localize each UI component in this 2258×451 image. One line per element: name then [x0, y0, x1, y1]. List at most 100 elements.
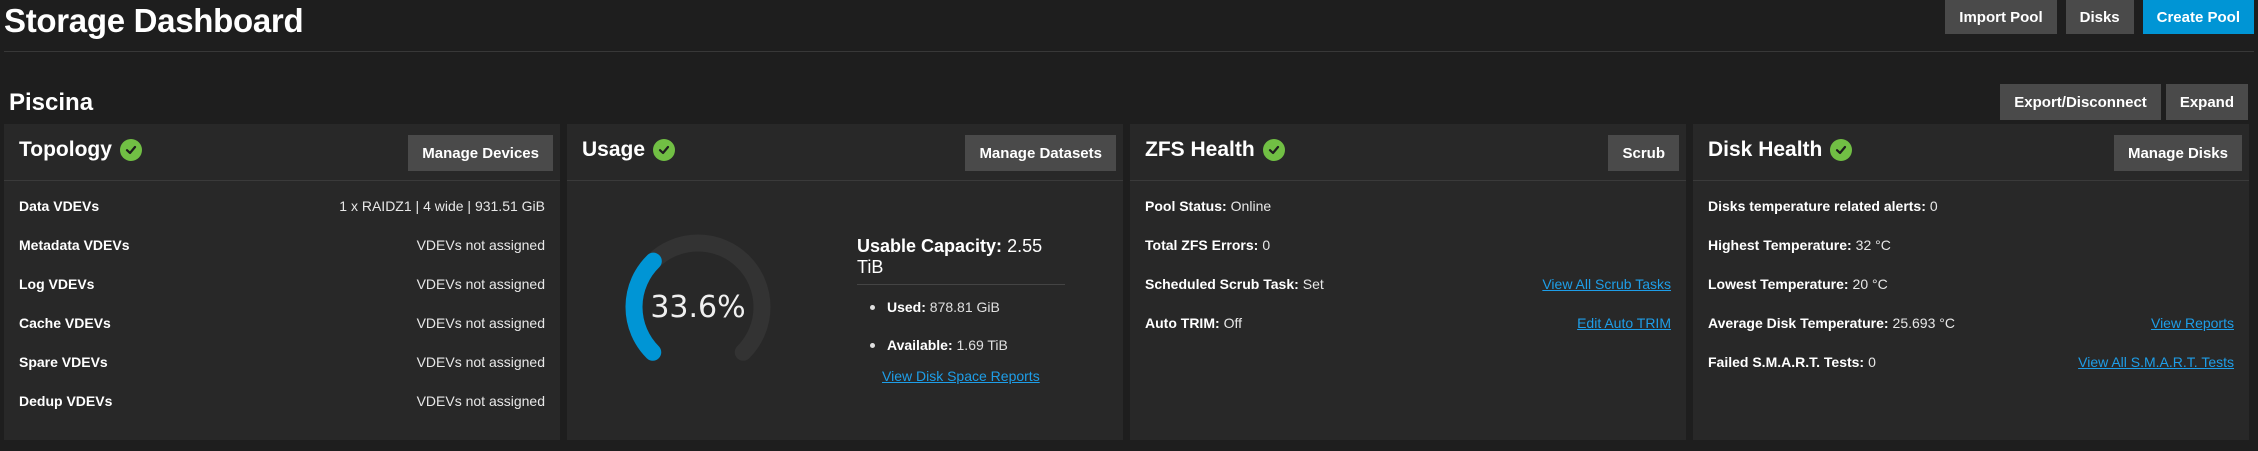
zfs-health-title: ZFS Health — [1145, 138, 1285, 162]
topology-row: Cache VDEVs VDEVs not assigned — [19, 315, 545, 354]
check-circle-icon — [1830, 139, 1853, 161]
row-value: 0 — [1262, 237, 1271, 253]
row-label: Spare VDEVs — [19, 354, 108, 370]
expand-button[interactable]: Expand — [2165, 84, 2248, 120]
header-divider — [4, 51, 2254, 52]
disk-health-title: Disk Health — [1708, 138, 1853, 162]
available-item: Available: 1.69 TiB — [870, 337, 1065, 353]
check-circle-icon — [1262, 139, 1285, 161]
row-value: 32 °C — [1855, 237, 1891, 253]
row-value: VDEVs not assigned — [416, 315, 545, 331]
row-label: Total ZFS Errors: — [1145, 237, 1259, 253]
usage-card: Usage Manage Datasets 33.6% Usable Capac… — [567, 124, 1123, 440]
topology-row: Dedup VDEVs VDEVs not assigned — [19, 393, 545, 432]
create-pool-button[interactable]: Create Pool — [2142, 0, 2254, 34]
topology-row: Metadata VDEVs VDEVs not assigned — [19, 237, 545, 276]
row-value: Set — [1302, 276, 1324, 292]
usage-info: Usable Capacity: 2.55 TiB Used: 878.81 G… — [857, 236, 1065, 375]
usage-title: Usage — [582, 138, 676, 162]
row-label: Dedup VDEVs — [19, 393, 113, 409]
row-value: 1 x RAIDZ1 | 4 wide | 931.51 GiB — [339, 198, 545, 214]
manage-datasets-button[interactable]: Manage Datasets — [965, 135, 1116, 171]
used-value: 878.81 GiB — [929, 299, 1000, 315]
zfs-health-card-header: ZFS Health Scrub — [1130, 124, 1686, 181]
row-label: Failed S.M.A.R.T. Tests: — [1708, 354, 1865, 370]
row-label: Pool Status: — [1145, 198, 1227, 214]
available-label: Available: — [887, 337, 953, 353]
usable-capacity: Usable Capacity: 2.55 TiB — [857, 236, 1065, 285]
topology-row: Log VDEVs VDEVs not assigned — [19, 276, 545, 315]
pool-name: Piscina — [9, 89, 94, 116]
header-actions: Import Pool Disks Create Pool — [1945, 0, 2254, 34]
row-text: Disks temperature related alerts: 0 — [1708, 198, 1938, 214]
scrub-button[interactable]: Scrub — [1608, 135, 1679, 171]
manage-devices-button[interactable]: Manage Devices — [408, 135, 553, 171]
topology-row: Data VDEVs 1 x RAIDZ1 | 4 wide | 931.51 … — [19, 198, 545, 237]
usage-card-header: Usage Manage Datasets — [567, 124, 1123, 181]
disk-health-card: Disk Health Manage Disks Disks temperatu… — [1693, 124, 2249, 440]
view-all-smart-tests-link[interactable]: View All S.M.A.R.T. Tests — [2078, 354, 2234, 370]
view-all-scrub-tasks-link[interactable]: View All Scrub Tasks — [1542, 276, 1671, 292]
topology-rows: Data VDEVs 1 x RAIDZ1 | 4 wide | 931.51 … — [19, 198, 545, 432]
available-value: 1.69 TiB — [956, 337, 1008, 353]
row-label: Log VDEVs — [19, 276, 95, 292]
disk-health-card-header: Disk Health Manage Disks — [1693, 124, 2249, 181]
row-label: Metadata VDEVs — [19, 237, 130, 253]
row-text: Average Disk Temperature: 25.693 °C — [1708, 315, 1955, 331]
zfs-row: Auto TRIM: Off Edit Auto TRIM — [1145, 315, 1671, 354]
used-item: Used: 878.81 GiB — [870, 299, 1065, 315]
pool-actions: Export/Disconnect Expand — [2000, 84, 2248, 120]
usable-capacity-label: Usable Capacity: — [857, 236, 1003, 256]
row-value: VDEVs not assigned — [416, 237, 545, 253]
row-label: Lowest Temperature: — [1708, 276, 1849, 292]
usage-donut: 33.6% — [622, 231, 774, 383]
manage-disks-button[interactable]: Manage Disks — [2113, 135, 2242, 171]
row-value: 0 — [1868, 354, 1876, 370]
row-value: Off — [1223, 315, 1243, 331]
usage-list: Used: 878.81 GiB Available: 1.69 TiB — [857, 299, 1065, 353]
disks-button[interactable]: Disks — [2065, 0, 2134, 34]
row-text: Total ZFS Errors: 0 — [1145, 237, 1270, 253]
row-value: VDEVs not assigned — [416, 354, 545, 370]
zfs-health-title-text: ZFS Health — [1145, 138, 1255, 161]
zfs-row: Pool Status: Online — [1145, 198, 1671, 237]
zfs-row: Total ZFS Errors: 0 — [1145, 237, 1671, 276]
topology-card-header: Topology Manage Devices — [4, 124, 560, 181]
row-text: Pool Status: Online — [1145, 198, 1271, 214]
usage-title-text: Usage — [582, 138, 646, 161]
view-reports-link[interactable]: View Reports — [2151, 315, 2234, 331]
row-value: VDEVs not assigned — [416, 276, 545, 292]
check-circle-icon — [653, 139, 676, 161]
check-circle-icon — [119, 139, 142, 161]
zfs-health-rows: Pool Status: Online Total ZFS Errors: 0 Sc… — [1145, 198, 1671, 354]
row-label: Data VDEVs — [19, 198, 100, 214]
row-text: Highest Temperature: 32 °C — [1708, 237, 1891, 253]
row-label: Cache VDEVs — [19, 315, 111, 331]
row-value: 20 °C — [1852, 276, 1888, 292]
row-label: Auto TRIM: — [1145, 315, 1220, 331]
import-pool-button[interactable]: Import Pool — [1945, 0, 2057, 34]
view-disk-space-reports-link[interactable]: View Disk Space Reports — [882, 368, 1040, 384]
edit-auto-trim-link[interactable]: Edit Auto TRIM — [1577, 315, 1671, 331]
usage-percent: 33.6% — [650, 289, 746, 325]
pool-cards: Topology Manage Devices Data VDEVs 1 x R… — [4, 124, 2249, 440]
page-title: Storage Dashboard — [4, 2, 304, 39]
topology-title: Topology — [19, 138, 142, 162]
disk-row: Average Disk Temperature: 25.693 °C View … — [1708, 315, 2234, 354]
disk-row: Disks temperature related alerts: 0 — [1708, 198, 2234, 237]
zfs-row: Scheduled Scrub Task: Set View All Scrub … — [1145, 276, 1671, 315]
row-text: Scheduled Scrub Task: Set — [1145, 276, 1324, 292]
zfs-health-card: ZFS Health Scrub Pool Status: Online Tota… — [1130, 124, 1686, 440]
row-value: 25.693 °C — [1892, 315, 1955, 331]
topology-title-text: Topology — [19, 138, 112, 161]
disk-health-rows: Disks temperature related alerts: 0 Highe… — [1708, 198, 2234, 393]
row-value: Online — [1230, 198, 1272, 214]
row-text: Auto TRIM: Off — [1145, 315, 1242, 331]
disk-row: Failed S.M.A.R.T. Tests: 0 View All S.M.A… — [1708, 354, 2234, 393]
export-disconnect-button[interactable]: Export/Disconnect — [2000, 84, 2161, 120]
row-label: Scheduled Scrub Task: — [1145, 276, 1299, 292]
disk-row: Highest Temperature: 32 °C — [1708, 237, 2234, 276]
row-label: Disks temperature related alerts: — [1708, 198, 1926, 214]
row-label: Highest Temperature: — [1708, 237, 1852, 253]
row-text: Failed S.M.A.R.T. Tests: 0 — [1708, 354, 1876, 370]
